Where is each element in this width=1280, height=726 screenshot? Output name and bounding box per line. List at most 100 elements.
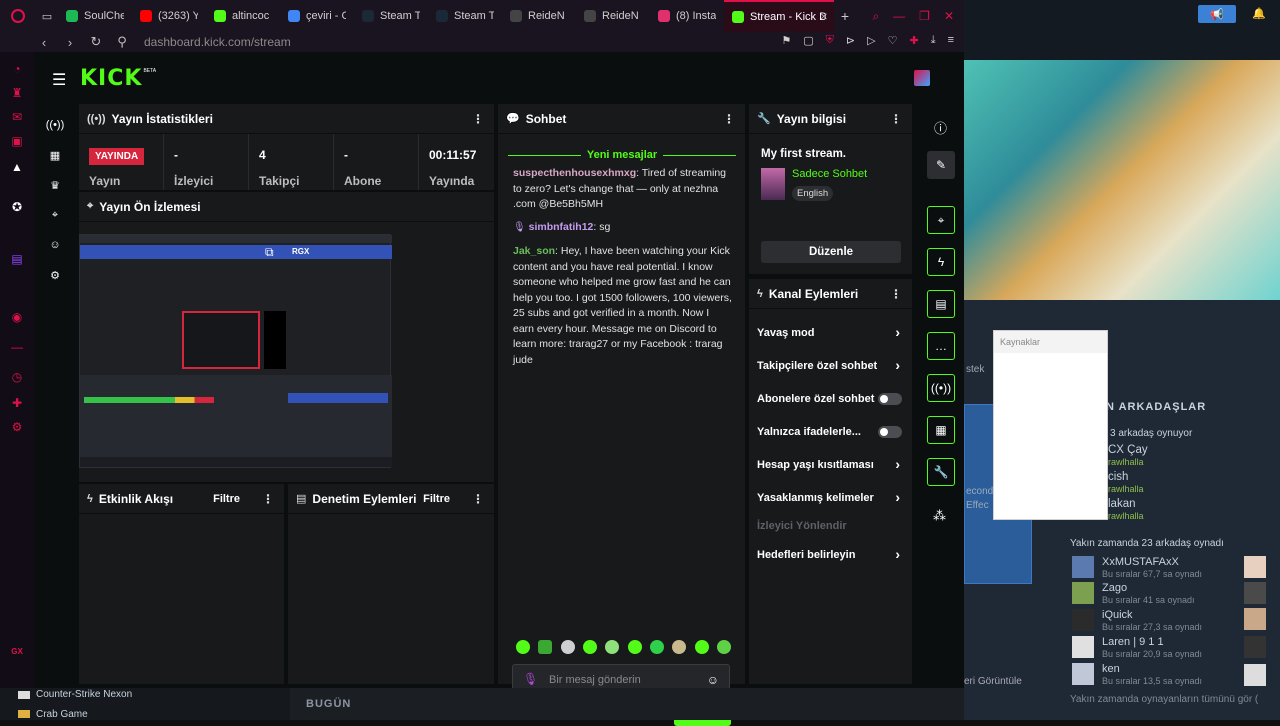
browser-tab[interactable]: ReideN -: [576, 0, 650, 32]
quick-document-icon[interactable]: ▤: [927, 290, 955, 318]
opera-gx-logo-icon[interactable]: [0, 0, 36, 32]
new-tab-icon[interactable]: +: [834, 0, 856, 32]
quick-lightning-icon[interactable]: ϟ: [927, 248, 955, 276]
reload-icon[interactable]: ↻: [88, 34, 104, 50]
info-icon[interactable]: ⓘ: [934, 118, 947, 137]
moderation-icon[interactable]: ⌖: [48, 208, 62, 222]
downloads-icon[interactable]: ⤓: [931, 34, 936, 47]
emote-icon[interactable]: [649, 640, 664, 654]
action-followers-only[interactable]: Takipçilere özel sohbet: [757, 356, 907, 376]
browser-tab[interactable]: ReideN -: [502, 0, 576, 32]
emote-icon[interactable]: [694, 640, 709, 654]
emote-icon[interactable]: [627, 640, 642, 654]
play-icon[interactable]: ▷: [867, 34, 875, 47]
twitch-icon[interactable]: ▤: [10, 252, 24, 266]
chevron-right-icon[interactable]: ›: [895, 456, 900, 472]
close-tab-icon[interactable]: ✕: [820, 12, 828, 23]
stream-broadcast-icon[interactable]: ((•)): [46, 118, 65, 132]
minus-icon[interactable]: —: [10, 340, 24, 354]
hamburger-menu-icon[interactable]: ☰: [52, 70, 66, 90]
friend-recent[interactable]: XxMUSTAFAxX Bu sıralar 67,7 sa oynadı: [1072, 556, 1272, 582]
user-avatar[interactable]: [914, 70, 930, 86]
friend-recent[interactable]: Laren | 9 1 1 Bu sıralar 20,9 sa oynadı: [1072, 636, 1272, 662]
history-icon[interactable]: ◷: [10, 370, 24, 384]
quick-layout-icon[interactable]: ▦: [927, 416, 955, 444]
chevron-right-icon[interactable]: ›: [895, 324, 900, 340]
gx-cleaner-icon[interactable]: ✪: [10, 200, 24, 214]
emote-icon[interactable]: [716, 640, 731, 654]
browser-tab[interactable]: Steam Tr: [428, 0, 502, 32]
chevron-right-icon[interactable]: ›: [895, 546, 900, 562]
gx-corner-icon[interactable]: ♜: [10, 86, 24, 100]
apps-icon[interactable]: ⁂: [933, 508, 946, 524]
bookmark-icon[interactable]: ⚑: [781, 34, 791, 47]
friend-recent[interactable]: ken Bu sıralar 13,5 sa oynadı: [1072, 663, 1272, 689]
kick-bookmark-icon[interactable]: ▲: [10, 160, 24, 174]
action-banned-words[interactable]: Yasaklanmış kelimeler: [757, 488, 907, 508]
browser-tab[interactable]: (8) Instag: [650, 0, 724, 32]
clip-icon[interactable]: ⌖: [927, 206, 955, 234]
mic-input-icon[interactable]: 🎙: [523, 672, 538, 686]
quick-wrench-icon[interactable]: 🔧: [927, 458, 955, 486]
channel-actions-more-icon[interactable]: ⋮: [890, 287, 902, 301]
gx-control-icon[interactable]: ◔: [10, 62, 24, 76]
analytics-icon[interactable]: ▦: [48, 148, 62, 162]
browser-tab[interactable]: (3263) Yo: [132, 0, 206, 32]
browser-tab[interactable]: Stream - Kick Das✕: [724, 0, 834, 32]
emote-icon[interactable]: [672, 640, 687, 654]
forward-icon[interactable]: ›: [62, 34, 78, 50]
chat-input-placeholder[interactable]: Bir mesaj gönderin: [549, 674, 641, 686]
edit-pencil-icon[interactable]: ✎: [927, 151, 955, 179]
quick-chat-icon[interactable]: …: [927, 332, 955, 360]
browser-tab[interactable]: çeviri - G: [280, 0, 354, 32]
minimize-icon[interactable]: —: [893, 9, 905, 23]
chat-username[interactable]: Jak_son: [513, 245, 555, 257]
chat-more-icon[interactable]: ⋮: [723, 112, 735, 126]
friend-recent[interactable]: Zago Bu sıralar 41 sa oynadı: [1072, 582, 1272, 608]
close-window-icon[interactable]: ✕: [944, 9, 954, 23]
settings-side-icon[interactable]: ⚙: [10, 420, 24, 434]
subs-only-toggle[interactable]: [878, 393, 902, 405]
player-icon[interactable]: ◉: [10, 310, 24, 324]
extensions-side-icon[interactable]: ✚: [10, 396, 24, 410]
extensions-icon[interactable]: ✚: [909, 34, 918, 47]
back-icon[interactable]: ‹: [36, 34, 52, 50]
emotes-only-toggle[interactable]: [878, 426, 902, 438]
friend-playing[interactable]: CX Çay rawlhalla: [1108, 444, 1280, 470]
activity-filter-button[interactable]: Filtre: [213, 493, 240, 505]
browser-tab[interactable]: altincoc: [206, 0, 280, 32]
search-tabs-icon[interactable]: ⌕: [872, 9, 879, 24]
preview-video[interactable]: ⧉ RGX: [79, 234, 392, 468]
stream-info-more-icon[interactable]: ⋮: [890, 112, 902, 126]
community-icon[interactable]: ☺: [48, 238, 62, 252]
popout-icon[interactable]: ⧉: [265, 245, 274, 260]
action-set-goals[interactable]: Hedefleri belirleyin: [757, 545, 907, 565]
announcement-icon[interactable]: 📢: [1198, 5, 1236, 23]
gx-mail-icon[interactable]: ✉: [10, 110, 24, 124]
heart-icon[interactable]: ♡: [888, 34, 898, 47]
library-game-item[interactable]: Crab Game: [36, 709, 88, 720]
emote-icon[interactable]: [605, 640, 620, 654]
friend-playing[interactable]: lakan rawlhalla: [1108, 498, 1280, 524]
maximize-icon[interactable]: ❐: [919, 9, 930, 23]
category-link[interactable]: Sadece Sohbet: [792, 168, 867, 180]
mod-filter-button[interactable]: Filtre: [423, 493, 450, 505]
emote-icon[interactable]: [560, 640, 575, 654]
action-account-age[interactable]: Hesap yaşı kısıtlaması: [757, 455, 907, 475]
site-info-icon[interactable]: ⚲: [114, 34, 130, 50]
screenshot-icon[interactable]: ▢: [803, 34, 813, 47]
chat-username[interactable]: simbnfatih12: [529, 221, 594, 233]
quick-broadcast-icon[interactable]: ((•)): [927, 374, 955, 402]
browser-tab[interactable]: Steam Tr: [354, 0, 428, 32]
action-slow-mode[interactable]: Yavaş mod: [757, 323, 907, 343]
stats-more-icon[interactable]: ⋮: [472, 112, 484, 126]
menu-icon[interactable]: ≡: [948, 34, 954, 47]
tab-overview-icon[interactable]: ▭: [36, 0, 58, 32]
mod-more-icon[interactable]: ⋮: [472, 492, 484, 506]
adblock-icon[interactable]: ⛨: [826, 34, 834, 47]
notification-icon[interactable]: 🔔: [1252, 7, 1266, 20]
chevron-right-icon[interactable]: ›: [895, 489, 900, 505]
friend-playing[interactable]: cish rawlhalla: [1108, 471, 1280, 497]
friend-recent[interactable]: iQuick Bu sıralar 27,3 sa oynadı: [1072, 609, 1272, 635]
emote-icon[interactable]: [538, 640, 553, 654]
